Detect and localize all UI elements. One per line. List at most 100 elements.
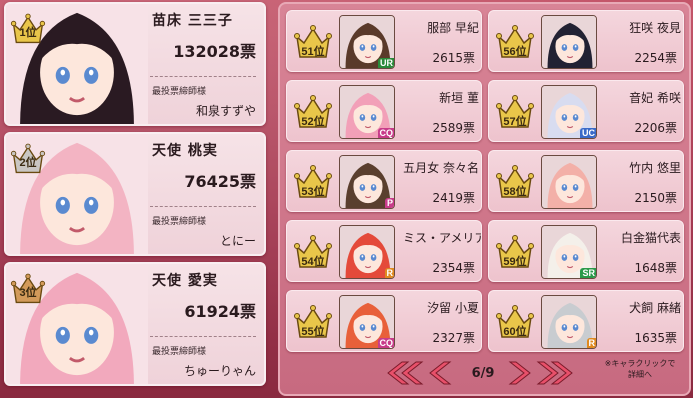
divider	[150, 336, 256, 337]
rank-label: 51位	[301, 46, 325, 58]
character-portrait[interactable]: P	[339, 155, 395, 209]
divider	[150, 76, 256, 77]
vote-count: 1648票	[634, 261, 677, 275]
top-rank-card[interactable]: 2位 天使 桃実 76425票最投票締師様とにー	[4, 132, 266, 256]
ranking-row[interactable]: 59位 SR 白金猫代表 1648票	[488, 220, 684, 282]
rank-crown: 51位	[293, 21, 333, 65]
character-name: 狂咲 夜見	[629, 21, 681, 35]
rank-label: 54位	[301, 256, 325, 268]
character-name: 犬飼 麻緒	[629, 301, 681, 315]
rarity-badge: P	[384, 198, 394, 208]
pager: 6/9	[384, 358, 584, 388]
divider	[150, 206, 256, 207]
character-portrait[interactable]: R	[541, 295, 597, 349]
rank-crown: 54位	[293, 231, 333, 275]
character-portrait[interactable]: UR	[339, 15, 395, 69]
vote-count: 2327票	[432, 331, 475, 345]
rank-crown: 58位	[495, 161, 535, 205]
rank-crown: 60位	[495, 301, 535, 345]
rank-label: 59位	[503, 256, 527, 268]
rarity-badge: SR	[580, 268, 596, 278]
last-page-button[interactable]	[536, 360, 576, 390]
ranking-row[interactable]: 58位 竹内 悠里 2150票	[488, 150, 684, 212]
character-name: 音妃 希咲	[629, 91, 681, 105]
character-name: 苗床 三三子	[152, 13, 233, 29]
ranking-row[interactable]: 57位 UC 音妃 希咲 2206票	[488, 80, 684, 142]
character-name: 竹内 悠里	[629, 161, 681, 175]
rank-label: 55位	[301, 326, 325, 338]
rarity-badge: UR	[378, 58, 394, 68]
help-note-line1: ※キャラクリックで	[604, 359, 676, 368]
character-name: 天使 愛実	[152, 273, 218, 289]
character-portrait[interactable]	[541, 15, 597, 69]
rank-label: 53位	[301, 186, 325, 198]
rarity-badge: CQ	[377, 338, 394, 348]
vote-count: 61924票	[184, 302, 256, 321]
vote-count: 2254票	[634, 51, 677, 65]
top-voter-label: 最投票締師様	[152, 217, 207, 227]
character-portrait[interactable]: R	[339, 225, 395, 279]
vote-count: 2615票	[432, 51, 475, 65]
rank-crown: 52位	[293, 91, 333, 135]
ranking-panel: 51位 UR 服部 早紀 2615票 52位 CQ 新垣 菫 2589票 53位	[278, 2, 691, 396]
character-name: 新垣 菫	[439, 91, 479, 105]
character-portrait[interactable]: UC	[541, 85, 597, 139]
ranking-row[interactable]: 60位 R 犬飼 麻緒 1635票	[488, 290, 684, 352]
character-name: 五月女 奈々名	[403, 161, 479, 175]
rank-label: 52位	[301, 116, 325, 128]
first-page-button[interactable]	[384, 360, 424, 390]
ranking-row[interactable]: 54位 R ミス・アメリア 2354票	[286, 220, 482, 282]
rank-crown: 1位	[10, 10, 46, 46]
character-portrait[interactable]: CQ	[339, 295, 395, 349]
rank-crown: 59位	[495, 231, 535, 275]
chevron-left-icon	[429, 361, 452, 385]
vote-count: 2419票	[432, 191, 475, 205]
vote-count: 132028票	[173, 42, 256, 61]
vote-count: 2150票	[634, 191, 677, 205]
ranking-row[interactable]: 52位 CQ 新垣 菫 2589票	[286, 80, 482, 142]
prev-page-button[interactable]	[428, 360, 452, 390]
rank-label: 57位	[503, 116, 527, 128]
double-chevron-right-icon	[536, 361, 573, 385]
vote-count: 1635票	[634, 331, 677, 345]
top-voter-label: 最投票締師様	[152, 87, 207, 97]
rarity-badge: CQ	[377, 128, 394, 138]
vote-count: 76425票	[184, 172, 256, 191]
next-page-button[interactable]	[508, 360, 532, 390]
ranking-row[interactable]: 56位 狂咲 夜見 2254票	[488, 10, 684, 72]
ranking-row[interactable]: 51位 UR 服部 早紀 2615票	[286, 10, 482, 72]
top-voter-label: 最投票締師様	[152, 347, 207, 357]
rank-crown: 2位	[10, 140, 46, 176]
help-note-line2: 詳細へ	[628, 370, 652, 379]
rarity-badge: UC	[580, 128, 596, 138]
chevron-right-icon	[508, 361, 531, 385]
help-note: ※キャラクリックで 詳細へ	[590, 358, 690, 380]
vote-count: 2589票	[432, 121, 475, 135]
rarity-badge: R	[384, 268, 394, 278]
rank-crown: 55位	[293, 301, 333, 345]
rank-crown: 3位	[10, 270, 46, 306]
character-portrait[interactable]	[541, 155, 597, 209]
character-portrait[interactable]: CQ	[339, 85, 395, 139]
rank-label: 58位	[503, 186, 527, 198]
character-portrait[interactable]: SR	[541, 225, 597, 279]
rank-label: 1位	[19, 27, 37, 39]
top-voter-name: ちゅーりゃん	[183, 364, 256, 378]
page-indicator: 6/9	[471, 366, 495, 381]
double-chevron-left-icon	[387, 361, 424, 385]
vote-count: 2354票	[432, 261, 475, 275]
character-name: 白金猫代表	[620, 231, 681, 245]
top-rank-card[interactable]: 1位 苗床 三三子 132028票最投票締師様和泉すずや	[4, 2, 266, 126]
rank-label: 3位	[19, 287, 37, 299]
top-voter-name: とにー	[219, 234, 256, 248]
rank-crown: 57位	[495, 91, 535, 135]
rank-label: 60位	[503, 326, 527, 338]
rank-label: 56位	[503, 46, 527, 58]
character-name: ミス・アメリア	[403, 231, 482, 245]
rarity-badge: R	[586, 338, 596, 348]
top-voter-name: 和泉すずや	[195, 104, 256, 118]
ranking-row[interactable]: 53位 P 五月女 奈々名 2419票	[286, 150, 482, 212]
character-name: 天使 桃実	[152, 143, 218, 159]
top-rank-card[interactable]: 3位 天使 愛実 61924票最投票締師様ちゅーりゃん	[4, 262, 266, 386]
ranking-row[interactable]: 55位 CQ 汐留 小夏 2327票	[286, 290, 482, 352]
